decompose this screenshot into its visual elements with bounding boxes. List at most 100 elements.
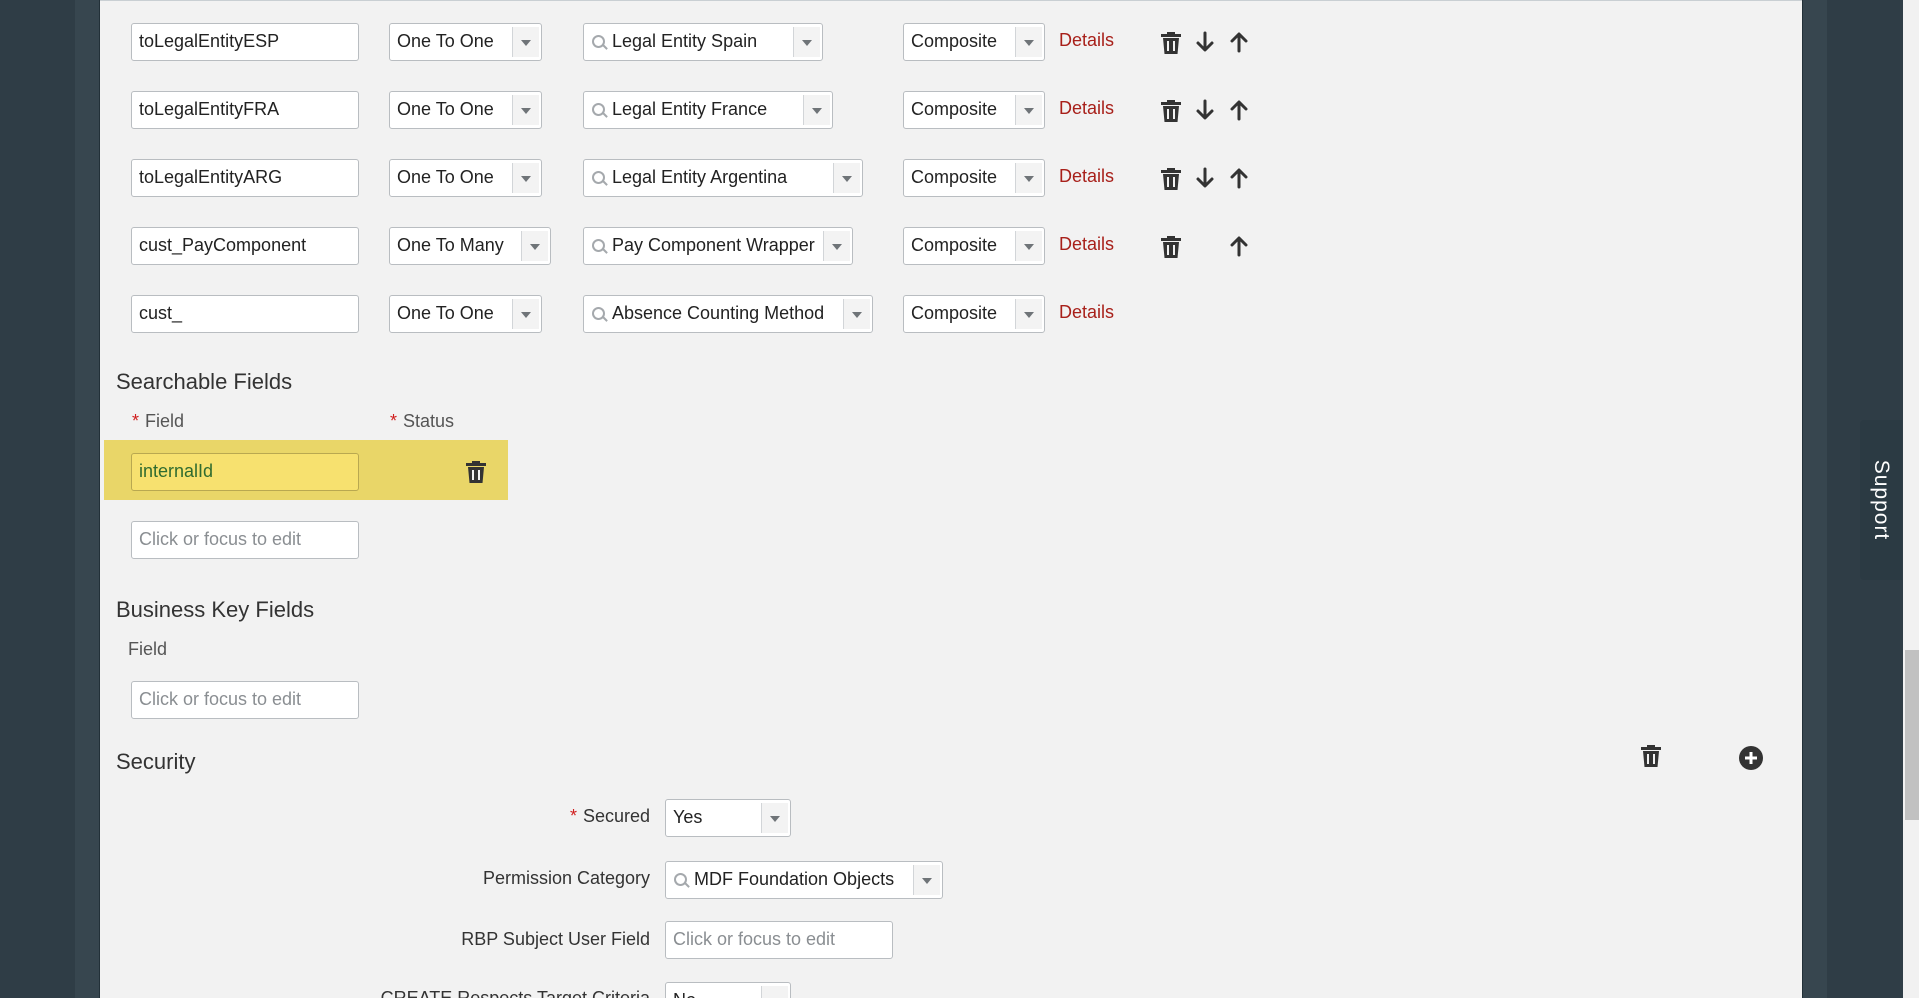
chevron-down-icon[interactable] [1015, 231, 1042, 261]
permission-category-lookup[interactable]: MDF Foundation Objects [665, 861, 943, 899]
permission-category-label: Permission Category [482, 868, 650, 888]
rbp-subject-user-field-placeholder: Click or focus to edit [673, 929, 836, 949]
association-type-select[interactable]: Composite [903, 91, 1045, 129]
association-name-value: toLegalEntityFRA [139, 99, 280, 119]
destination-object-lookup[interactable]: Pay Component Wrapper [583, 227, 853, 265]
chevron-down-icon[interactable] [761, 986, 788, 998]
details-link[interactable]: Details [1059, 166, 1114, 187]
chevron-down-icon[interactable] [823, 231, 850, 261]
secured-label: * Secured [569, 806, 650, 826]
security-title: Security [116, 749, 196, 774]
scrollbar-track[interactable] [1903, 0, 1919, 998]
trash-icon[interactable] [1639, 742, 1663, 768]
permission-category-value: MDF Foundation Objects [694, 869, 895, 889]
support-tab[interactable]: Support [1860, 420, 1902, 580]
details-link[interactable]: Details [1059, 234, 1114, 255]
chevron-down-icon[interactable] [512, 299, 539, 329]
association-name-value: toLegalEntityARG [139, 167, 283, 187]
chevron-down-icon[interactable] [913, 865, 940, 895]
page: Searchable Fields * Field * Status interna… [0, 0, 1919, 998]
chevron-down-icon[interactable] [512, 163, 539, 193]
chevron-down-icon[interactable] [1015, 299, 1042, 329]
chevron-down-icon[interactable] [833, 163, 860, 193]
business-key-field-placeholder: Click or focus to edit [139, 689, 302, 709]
multiplicity-select[interactable]: One To One [389, 91, 542, 129]
chevron-down-icon[interactable] [512, 95, 539, 125]
plus-circle-icon[interactable] [1738, 745, 1764, 771]
rbp-subject-user-field-input[interactable]: Click or focus to edit [665, 921, 893, 959]
right-gutter [1802, 0, 1827, 998]
search-icon [592, 171, 605, 184]
multiplicity-value: One To One [397, 167, 494, 187]
trash-icon[interactable] [464, 458, 488, 484]
arrow-down-icon[interactable] [1193, 29, 1217, 55]
left-background [0, 0, 75, 998]
left-gutter [75, 0, 100, 998]
association-name-input[interactable]: cust_ [131, 295, 359, 333]
trash-icon[interactable] [1159, 97, 1183, 123]
destination-object-lookup[interactable]: Absence Counting Method [583, 295, 873, 333]
multiplicity-select[interactable]: One To One [389, 23, 542, 61]
searchable-new-field-input[interactable]: Click or focus to edit [131, 521, 359, 559]
association-name-input[interactable]: cust_PayComponent [131, 227, 359, 265]
business-key-field-input[interactable]: Click or focus to edit [131, 681, 359, 719]
chevron-down-icon[interactable] [1015, 27, 1042, 57]
association-type-value: Composite [911, 303, 998, 323]
arrow-up-icon[interactable] [1227, 97, 1251, 123]
destination-object-lookup[interactable]: Legal Entity France [583, 91, 833, 129]
searchable-field-value: internalId [139, 461, 214, 481]
multiplicity-select[interactable]: One To Many [389, 227, 551, 265]
association-name-value: toLegalEntityESP [139, 31, 280, 51]
arrow-up-icon[interactable] [1227, 165, 1251, 191]
association-name-value: cust_ [139, 303, 183, 323]
details-link[interactable]: Details [1059, 302, 1114, 323]
details-link[interactable]: Details [1059, 30, 1114, 51]
chevron-down-icon[interactable] [1015, 95, 1042, 125]
association-name-input[interactable]: toLegalEntityARG [131, 159, 359, 197]
trash-icon[interactable] [1159, 29, 1183, 55]
searchable-new-field-placeholder: Click or focus to edit [139, 529, 302, 549]
association-type-value: Composite [911, 235, 998, 255]
destination-object-value: Absence Counting Method [612, 303, 825, 323]
details-link[interactable]: Details [1059, 98, 1114, 119]
association-type-select[interactable]: Composite [903, 23, 1045, 61]
arrow-down-icon[interactable] [1193, 165, 1217, 191]
search-icon [592, 103, 605, 116]
chevron-down-icon[interactable] [521, 231, 548, 261]
scrollbar-thumb[interactable] [1905, 650, 1919, 820]
business-key-fields-title: Business Key Fields [116, 597, 315, 622]
multiplicity-value: One To One [397, 31, 494, 51]
chevron-down-icon[interactable] [843, 299, 870, 329]
searchable-field-column-label: * Field [132, 411, 185, 431]
trash-icon[interactable] [1159, 165, 1183, 191]
association-type-value: Composite [911, 167, 998, 187]
association-name-input[interactable]: toLegalEntityFRA [131, 91, 359, 129]
create-respects-target-criteria-select[interactable]: No [665, 982, 791, 998]
chevron-down-icon[interactable] [512, 27, 539, 57]
chevron-down-icon[interactable] [761, 803, 788, 833]
destination-object-lookup[interactable]: Legal Entity Argentina [583, 159, 863, 197]
business-key-field-column-label: Field [128, 639, 168, 659]
chevron-down-icon[interactable] [793, 27, 820, 57]
chevron-down-icon[interactable] [1015, 163, 1042, 193]
search-icon [592, 35, 605, 48]
rbp-subject-user-field-label: RBP Subject User Field [461, 929, 650, 949]
trash-icon[interactable] [1159, 233, 1183, 259]
association-name-value: cust_PayComponent [139, 235, 307, 255]
support-label: Support [1870, 459, 1893, 541]
association-type-select[interactable]: Composite [903, 227, 1045, 265]
association-type-select[interactable]: Composite [903, 159, 1045, 197]
arrow-down-icon[interactable] [1193, 97, 1217, 123]
association-name-input[interactable]: toLegalEntityESP [131, 23, 359, 61]
destination-object-value: Legal Entity France [612, 99, 768, 119]
association-type-select[interactable]: Composite [903, 295, 1045, 333]
destination-object-lookup[interactable]: Legal Entity Spain [583, 23, 823, 61]
searchable-field-input[interactable]: internalId [131, 453, 359, 491]
multiplicity-select[interactable]: One To One [389, 295, 542, 333]
secured-select[interactable]: Yes [665, 799, 791, 837]
multiplicity-value: One To One [397, 303, 494, 323]
arrow-up-icon[interactable] [1227, 233, 1251, 259]
multiplicity-select[interactable]: One To One [389, 159, 542, 197]
arrow-up-icon[interactable] [1227, 29, 1251, 55]
chevron-down-icon[interactable] [803, 95, 830, 125]
